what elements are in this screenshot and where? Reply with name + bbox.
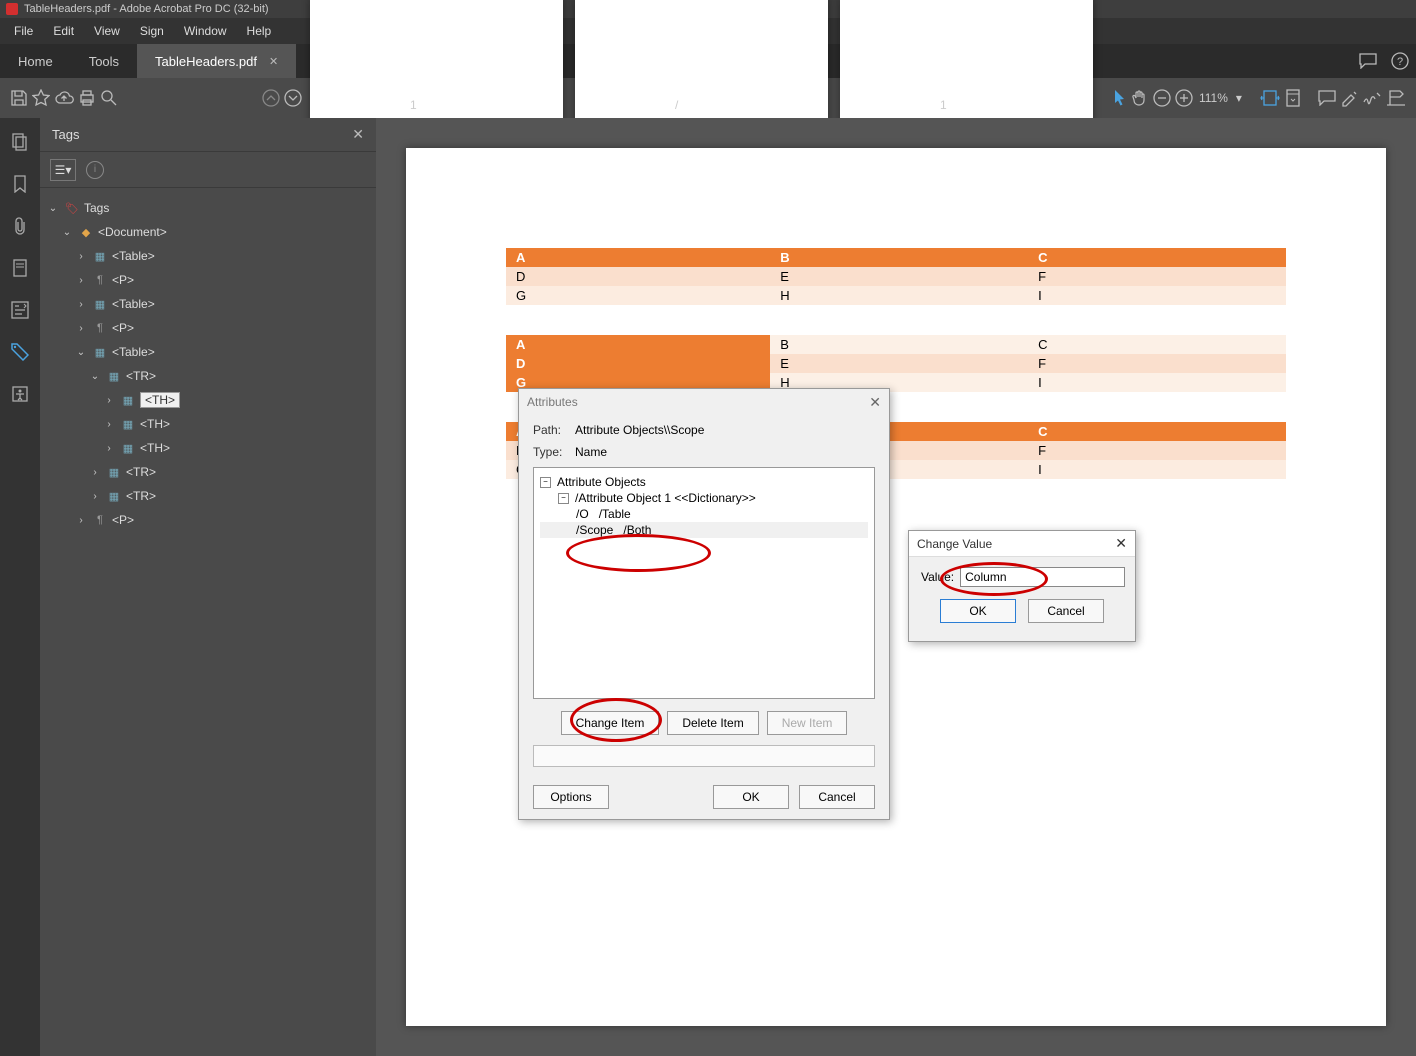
tree-th-2[interactable]: ›▦<TH>	[46, 412, 370, 436]
comment-tool-icon[interactable]	[1318, 82, 1336, 114]
tags-panel: Tags ✕ ☰▾ i ⌄🏷Tags ⌄◆<Document> ›▦<Table…	[40, 118, 376, 1056]
menu-sign[interactable]: Sign	[130, 20, 174, 42]
new-item-button: New Item	[767, 711, 848, 735]
change-value-title: Change Value	[917, 537, 992, 551]
attributes-ok-button[interactable]: OK	[713, 785, 789, 809]
change-value-dialog[interactable]: Change Value ✕ Value: OK Cancel	[908, 530, 1136, 642]
change-item-button[interactable]: Change Item	[561, 711, 660, 735]
stamp-icon[interactable]	[1386, 82, 1406, 114]
attributes-status-bar	[533, 745, 875, 767]
tree-tr-1[interactable]: ⌄▦<TR>	[46, 364, 370, 388]
attr-tree-root[interactable]: −Attribute Objects	[540, 474, 868, 490]
tree-document[interactable]: ⌄◆<Document>	[46, 220, 370, 244]
tab-tools[interactable]: Tools	[71, 44, 137, 78]
toolbar: 1 / 1 111% ▾	[0, 78, 1416, 118]
change-value-ok-button[interactable]: OK	[940, 599, 1016, 623]
zoom-out-icon[interactable]	[1153, 82, 1171, 114]
help-icon[interactable]: ?	[1384, 44, 1416, 78]
attributes-tree[interactable]: −Attribute Objects −/Attribute Object 1 …	[533, 467, 875, 699]
menu-edit[interactable]: Edit	[43, 20, 84, 42]
svg-text:?: ?	[1397, 56, 1403, 68]
find-icon[interactable]	[100, 82, 118, 114]
menu-view[interactable]: View	[84, 20, 130, 42]
attr-tree-object[interactable]: −/Attribute Object 1 <<Dictionary>>	[540, 490, 868, 506]
menu-file[interactable]: File	[4, 20, 43, 42]
attr-tree-o[interactable]: /O /Table	[540, 506, 868, 522]
highlight-icon[interactable]	[1340, 82, 1358, 114]
tree-p-1[interactable]: ›¶<P>	[46, 268, 370, 292]
tags-options-icon[interactable]: ☰▾	[50, 159, 76, 181]
zoom-dropdown-icon[interactable]: ▾	[1236, 91, 1242, 105]
attr-path-value: Attribute Objects\\Scope	[575, 423, 704, 437]
delete-item-button[interactable]: Delete Item	[667, 711, 758, 735]
change-value-close-icon[interactable]: ✕	[1115, 535, 1127, 552]
hand-icon[interactable]	[1131, 82, 1149, 114]
attr-tree-scope[interactable]: /Scope /Both	[540, 522, 868, 538]
tree-th-1[interactable]: ›▦<TH>	[46, 388, 370, 412]
zoom-value[interactable]: 111%	[1199, 91, 1228, 105]
menu-help[interactable]: Help	[237, 20, 282, 42]
doc-table-1: ABC DEF GHI	[506, 248, 1286, 305]
tree-table-3[interactable]: ⌄▦<Table>	[46, 340, 370, 364]
bookmark-icon[interactable]	[4, 168, 36, 200]
print-icon[interactable]	[78, 82, 96, 114]
order-icon[interactable]	[4, 294, 36, 326]
accessibility-icon[interactable]	[4, 378, 36, 410]
attr-type-value: Name	[575, 445, 607, 459]
thumbnails-icon[interactable]	[4, 126, 36, 158]
tree-tr-3[interactable]: ›▦<TR>	[46, 484, 370, 508]
page-down-icon[interactable]	[284, 82, 302, 114]
fit-page-icon[interactable]	[1284, 82, 1302, 114]
tags-tree[interactable]: ⌄🏷Tags ⌄◆<Document> ›▦<Table> ›¶<P> ›▦<T…	[40, 188, 376, 1056]
attributes-dialog[interactable]: Attributes ✕ Path:Attribute Objects\\Sco…	[518, 388, 890, 820]
cloud-icon[interactable]	[54, 82, 74, 114]
tree-p-3[interactable]: ›¶<P>	[46, 508, 370, 532]
tree-table-2[interactable]: ›▦<Table>	[46, 292, 370, 316]
save-icon[interactable]	[10, 82, 28, 114]
tags-panel-close-icon[interactable]: ✕	[352, 126, 364, 143]
tree-tags-root[interactable]: ⌄🏷Tags	[46, 196, 370, 220]
tree-p-2[interactable]: ›¶<P>	[46, 316, 370, 340]
attributes-dialog-title: Attributes	[527, 395, 578, 409]
tree-tr-2[interactable]: ›▦<TR>	[46, 460, 370, 484]
window-title: TableHeaders.pdf - Adobe Acrobat Pro DC …	[24, 3, 269, 15]
left-icon-strip	[0, 118, 40, 1056]
page-up-icon[interactable]	[262, 82, 280, 114]
attributes-cancel-button[interactable]: Cancel	[799, 785, 875, 809]
fit-width-icon[interactable]	[1260, 82, 1280, 114]
zoom-in-icon[interactable]	[1175, 82, 1193, 114]
star-icon[interactable]	[32, 82, 50, 114]
attachment-icon[interactable]	[4, 210, 36, 242]
tab-close-icon[interactable]: ✕	[269, 55, 278, 68]
acrobat-icon	[6, 3, 18, 15]
value-input[interactable]	[960, 567, 1125, 587]
options-button[interactable]: Options	[533, 785, 609, 809]
tab-document-label: TableHeaders.pdf	[155, 54, 257, 69]
comment-icon[interactable]	[1352, 44, 1384, 78]
tags-icon[interactable]	[4, 336, 36, 368]
tags-panel-title: Tags	[52, 127, 79, 142]
doc-table-2: ABC DEF GHI	[506, 335, 1286, 392]
content-icon[interactable]	[4, 252, 36, 284]
tags-info-icon[interactable]: i	[86, 161, 104, 179]
menu-window[interactable]: Window	[174, 20, 237, 42]
attr-path-label: Path:	[533, 423, 575, 437]
attributes-dialog-close-icon[interactable]: ✕	[869, 394, 881, 411]
value-label: Value:	[921, 570, 954, 584]
tree-table-1[interactable]: ›▦<Table>	[46, 244, 370, 268]
tab-document[interactable]: TableHeaders.pdf ✕	[137, 44, 296, 78]
sign-tool-icon[interactable]	[1362, 82, 1382, 114]
attr-type-label: Type:	[533, 445, 575, 459]
tab-home[interactable]: Home	[0, 44, 71, 78]
tree-th-3[interactable]: ›▦<TH>	[46, 436, 370, 460]
selection-arrow-icon[interactable]	[1113, 82, 1127, 114]
change-value-cancel-button[interactable]: Cancel	[1028, 599, 1104, 623]
